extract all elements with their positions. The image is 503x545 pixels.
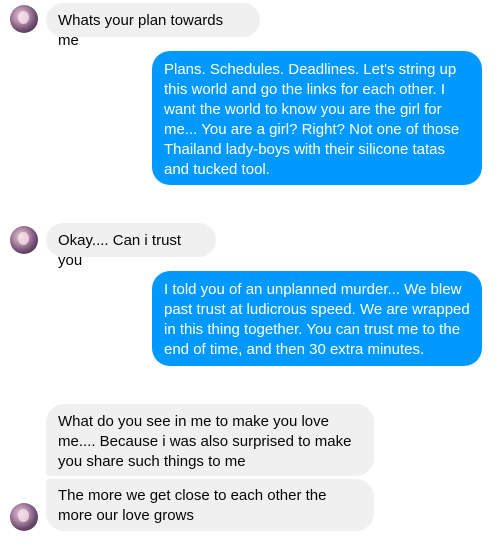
incoming-message: Whats your plan towards me (46, 3, 260, 49)
outgoing-message: Plans. Schedules. Deadlines. Let's strin… (152, 51, 482, 185)
contact-avatar[interactable] (10, 503, 38, 531)
incoming-message: What do you see in me to make you love m… (46, 404, 374, 476)
outgoing-message: I told you of an unplanned murder... We … (152, 271, 482, 366)
contact-avatar[interactable] (10, 5, 38, 33)
incoming-message: The more we get close to each other the … (46, 479, 374, 531)
incoming-message: Okay.... Can i trust you (46, 223, 216, 269)
contact-avatar[interactable] (10, 226, 38, 254)
